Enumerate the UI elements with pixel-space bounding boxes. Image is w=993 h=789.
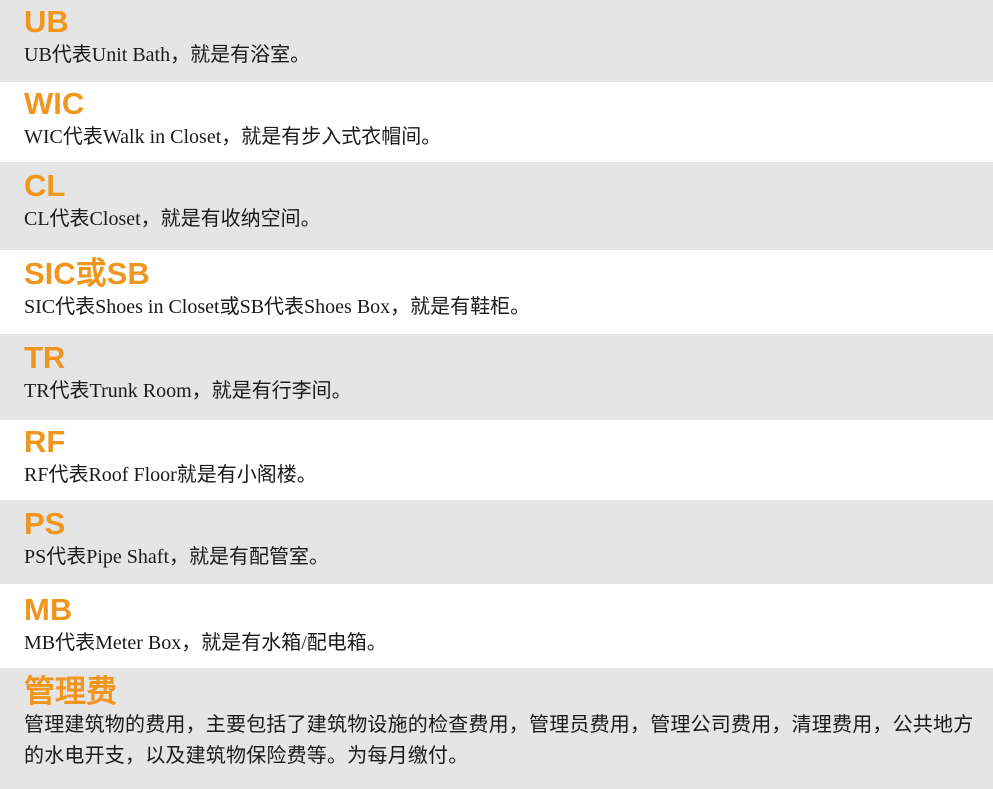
entry-term: PS — [24, 506, 66, 541]
glossary-entry-management-fee: 管理费 管理建筑物的费用，主要包括了建筑物设施的检查费用，管理员费用，管理公司费… — [0, 668, 993, 789]
entry-description: TR代表Trunk Room，就是有行李间。 — [24, 380, 352, 402]
entry-description: UB代表Unit Bath，就是有浴室。 — [24, 44, 311, 66]
entry-term: TR — [24, 340, 66, 375]
glossary-entry-tr: TR TR代表Trunk Room，就是有行李间。 — [0, 334, 993, 420]
glossary-entry-ub: UB UB代表Unit Bath，就是有浴室。 — [0, 0, 993, 82]
entry-term: MB — [24, 592, 73, 627]
entry-term: 管理费 — [24, 674, 117, 709]
entry-description: RF代表Roof Floor就是有小阁楼。 — [24, 464, 317, 486]
entry-description: CL代表Closet，就是有收纳空间。 — [24, 208, 321, 230]
entry-term: RF — [24, 424, 66, 459]
entry-description: MB代表Meter Box，就是有水箱/配电箱。 — [24, 632, 387, 654]
entry-description: 管理建筑物的费用，主要包括了建筑物设施的检查费用，管理员费用，管理公司费用，清理… — [24, 714, 974, 767]
glossary-entry-wic: WIC WIC代表Walk in Closet，就是有步入式衣帽间。 — [0, 82, 993, 162]
entry-term: SIC或SB — [24, 256, 150, 291]
glossary-page: UB UB代表Unit Bath，就是有浴室。 WIC WIC代表Walk in… — [0, 0, 993, 789]
glossary-entry-rf: RF RF代表Roof Floor就是有小阁楼。 — [0, 420, 993, 500]
entry-term: WIC — [24, 86, 85, 121]
glossary-entry-sic-sb: SIC或SB SIC代表Shoes in Closet或SB代表Shoes Bo… — [0, 250, 993, 334]
entry-description: WIC代表Walk in Closet，就是有步入式衣帽间。 — [24, 126, 442, 148]
glossary-entry-cl: CL CL代表Closet，就是有收纳空间。 — [0, 162, 993, 250]
glossary-entry-ps: PS PS代表Pipe Shaft，就是有配管室。 — [0, 500, 993, 584]
entry-term: CL — [24, 168, 66, 203]
glossary-entry-mb: MB MB代表Meter Box，就是有水箱/配电箱。 — [0, 584, 993, 668]
entry-description: SIC代表Shoes in Closet或SB代表Shoes Box，就是有鞋柜… — [24, 296, 531, 318]
entry-term: UB — [24, 4, 69, 39]
entry-description: PS代表Pipe Shaft，就是有配管室。 — [24, 546, 330, 568]
